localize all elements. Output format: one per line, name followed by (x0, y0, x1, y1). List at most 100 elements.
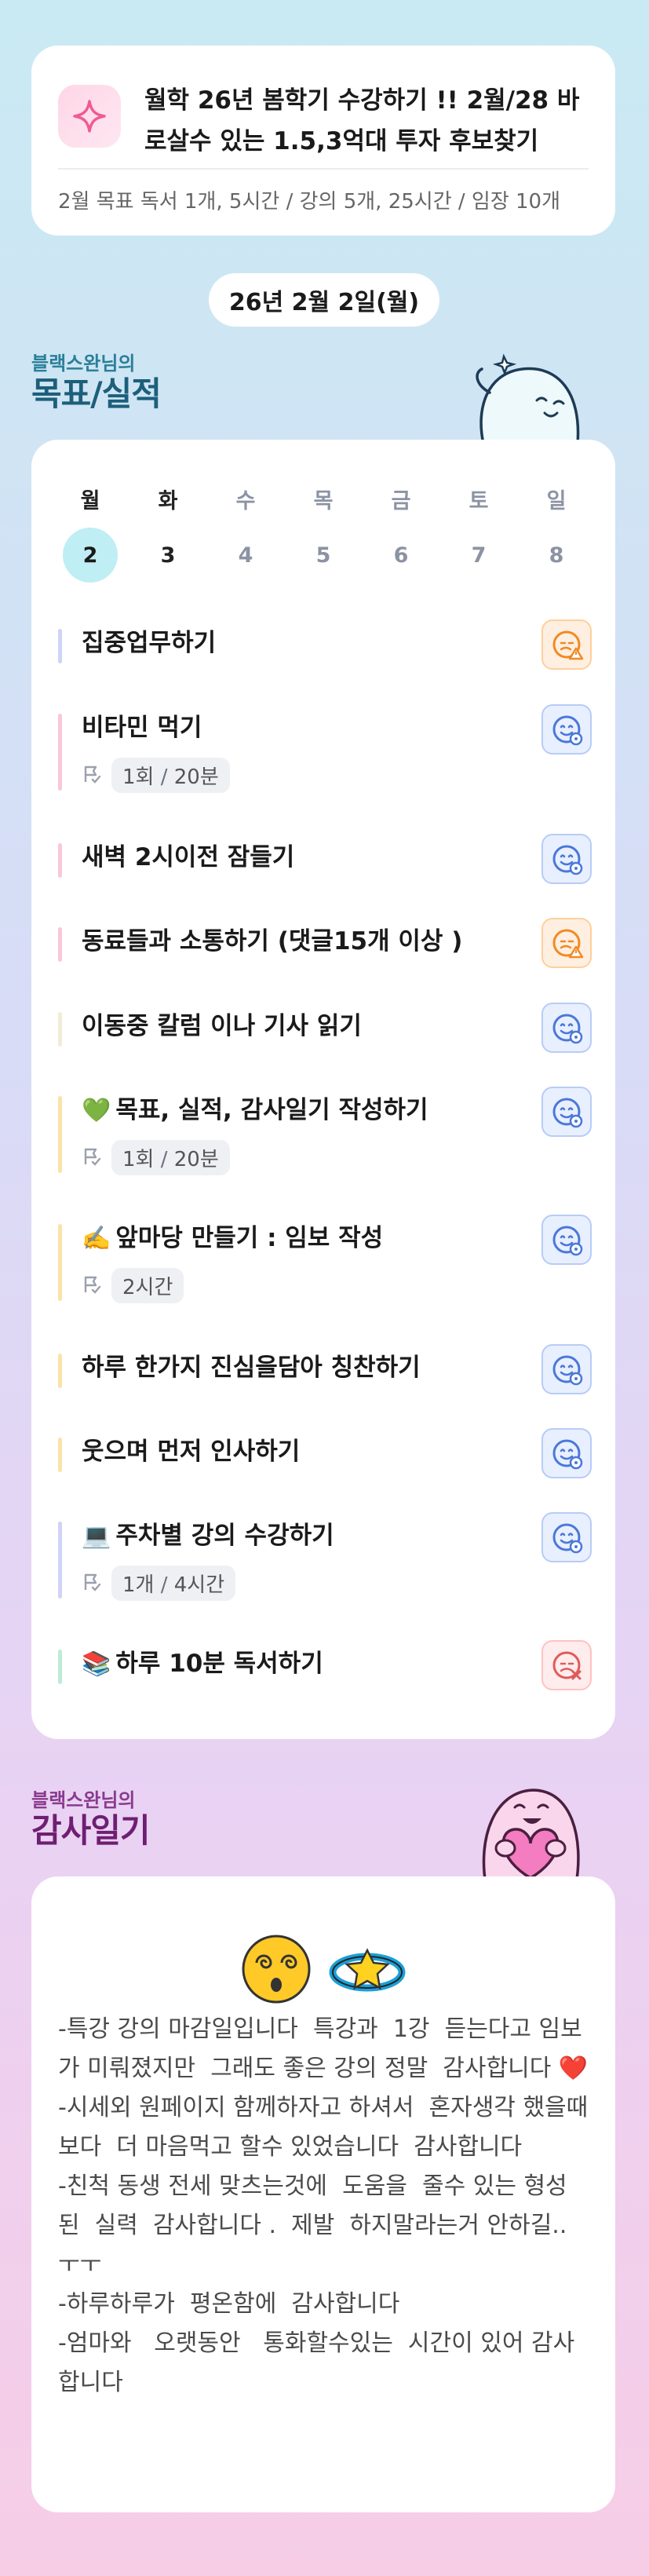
task-row[interactable]: 집중업무하기 (58, 619, 592, 670)
target-separator: / (154, 1148, 174, 1171)
target-chip: 1회 / 20분 (111, 1140, 230, 1175)
task-emoji-icon: 📚 (82, 1650, 111, 1678)
diary-emoji-row (31, 1933, 615, 2008)
task-row[interactable]: 이동중 칼럼 이나 기사 읽기 (58, 1003, 592, 1053)
owner-label: 블랙스완님의 (31, 353, 136, 375)
status-done-icon[interactable] (541, 1215, 592, 1265)
day-thu[interactable]: 목 5 (296, 484, 351, 583)
day-label: 수 (235, 489, 256, 513)
task-color-bar (58, 1224, 62, 1301)
diary-text: -특강 강의 마감일입니다 특강과 1강 듣는다고 임보가 미뤄졌지만 그래도 … (58, 2015, 589, 2396)
status-done-icon[interactable] (541, 704, 592, 755)
day-sat[interactable]: 토 7 (451, 484, 506, 583)
day-label: 월 (80, 489, 100, 513)
target-count: 1회 (122, 765, 155, 789)
day-number: 6 (393, 543, 409, 568)
task-name: 집중업무하기 (82, 624, 216, 662)
target-chip: 1회 / 20분 (111, 758, 230, 793)
sparkle-icon (58, 85, 121, 148)
day-label: 일 (546, 489, 567, 513)
task-name-text: 하루 10분 독서하기 (115, 1650, 323, 1678)
task-row[interactable]: 💻 주차별 강의 수강하기 1개 / 4시간 (58, 1512, 592, 1603)
target-chip: 1개 / 4시간 (111, 1566, 236, 1601)
task-row[interactable]: 새벽 2시이전 잠들기 (58, 834, 592, 884)
section-heading: 목표/실적 (31, 375, 162, 413)
tasks-section-title: 블랙스완님의 목표/실적 (31, 352, 162, 413)
task-name-text: 웃으며 먼저 인사하기 (82, 1438, 301, 1466)
week-selector: 월 2 화 3 수 4 목 5 금 6 토 7 일 8 (63, 484, 584, 583)
task-emoji-icon: 💻 (82, 1522, 111, 1550)
task-row[interactable]: 비타민 먹기 1회 / 20분 (58, 704, 592, 795)
task-target: 1회 / 20분 (82, 1140, 230, 1175)
task-name-text: 동료들과 소통하기 (댓글15개 이상 ) (82, 927, 463, 955)
task-name: 📚 하루 10분 독서하기 (82, 1645, 323, 1683)
status-done-icon[interactable] (541, 1512, 592, 1562)
section-heading: 감사일기 (31, 1811, 151, 1850)
target-count: 1회 (122, 1148, 155, 1171)
target-time: 4시간 (173, 1573, 225, 1597)
target-time: 20분 (173, 765, 219, 789)
task-emoji-icon: 💚 (82, 1097, 111, 1124)
target-count: 2시간 (122, 1276, 173, 1299)
task-row[interactable]: 📚 하루 10분 독서하기 (58, 1640, 592, 1690)
flag-check-icon (82, 1146, 102, 1170)
task-color-bar (58, 1438, 62, 1472)
day-tue[interactable]: 화 3 (140, 484, 195, 583)
task-name-text: 집중업무하기 (82, 629, 217, 657)
divider (58, 168, 589, 170)
owner-label: 블랙스완님의 (31, 1789, 136, 1811)
status-done-icon[interactable] (541, 1087, 592, 1137)
day-mon[interactable]: 월 2 (63, 484, 118, 583)
day-fri[interactable]: 금 6 (374, 484, 428, 583)
status-done-icon[interactable] (541, 1344, 592, 1394)
status-warning-icon[interactable] (541, 918, 592, 968)
status-done-icon[interactable] (541, 1003, 592, 1053)
status-failed-icon[interactable] (541, 1640, 592, 1690)
day-label: 목 (313, 489, 334, 513)
task-target: 1회 / 20분 (82, 758, 230, 793)
task-name: 이동중 칼럼 이나 기사 읽기 (82, 1007, 362, 1045)
date-pill[interactable]: 26년 2월 2일(월) (209, 273, 439, 327)
task-target: 2시간 (82, 1268, 184, 1303)
status-done-icon[interactable] (541, 1428, 592, 1478)
target-chip: 2시간 (111, 1268, 184, 1303)
status-warning-icon[interactable] (541, 619, 592, 670)
task-row[interactable]: 웃으며 먼저 인사하기 (58, 1428, 592, 1478)
task-row[interactable]: 동료들과 소통하기 (댓글15개 이상 ) (58, 918, 592, 968)
task-name: 💚 목표, 실적, 감사일기 작성하기 (82, 1091, 428, 1130)
task-color-bar (58, 1522, 62, 1599)
day-label: 토 (469, 489, 489, 513)
flag-check-icon (82, 764, 102, 787)
diary-section-title: 블랙스완님의 감사일기 (31, 1789, 151, 1850)
day-number: 5 (315, 543, 331, 568)
task-name: 비타민 먹기 (82, 709, 202, 747)
task-name-text: 이동중 칼럼 이나 기사 읽기 (82, 1012, 362, 1040)
goal-subtitle: 2월 목표 독서 1개, 5시간 / 강의 5개, 25시간 / 임장 10개 (58, 190, 561, 214)
task-emoji-icon: ✍️ (82, 1225, 111, 1252)
task-row[interactable]: ✍️ 앞마당 만들기 : 임보 작성 2시간 (58, 1215, 592, 1306)
day-number: 4 (238, 543, 253, 568)
flag-check-icon (82, 1274, 102, 1298)
tasks-card: 월 2 화 3 수 4 목 5 금 6 토 7 일 8 집중업무하기비타민 먹기… (31, 440, 615, 1739)
task-row[interactable]: 하루 한가지 진심을담아 칭찬하기 (58, 1344, 592, 1394)
goal-card[interactable]: 월학 26년 봄학기 수강하기 !! 2월/28 바로살수 있는 1.5,3억대… (31, 46, 615, 236)
target-count: 1개 (122, 1573, 155, 1597)
task-name-text: 앞마당 만들기 : 임보 작성 (115, 1224, 384, 1252)
task-name: 동료들과 소통하기 (댓글15개 이상 ) (82, 923, 462, 960)
day-number: 8 (549, 543, 564, 568)
day-number: 2 (63, 528, 118, 583)
task-row[interactable]: 💚 목표, 실적, 감사일기 작성하기 1회 / 20분 (58, 1087, 592, 1178)
task-color-bar (58, 1096, 62, 1173)
day-number: 3 (160, 543, 176, 568)
task-color-bar (58, 843, 62, 878)
task-color-bar (58, 629, 62, 663)
gratitude-diary-card: -특강 강의 마감일입니다 특강과 1강 듣는다고 임보가 미뤄졌지만 그래도 … (31, 1876, 615, 2512)
day-wed[interactable]: 수 4 (218, 484, 273, 583)
status-done-icon[interactable] (541, 834, 592, 884)
day-sun[interactable]: 일 8 (529, 484, 584, 583)
task-name: 웃으며 먼저 인사하기 (82, 1433, 300, 1471)
dizzy-star-icon (328, 1933, 407, 2008)
task-name-text: 새벽 2시이전 잠들기 (82, 843, 295, 871)
target-separator: / (154, 1573, 174, 1597)
task-color-bar (58, 714, 62, 791)
